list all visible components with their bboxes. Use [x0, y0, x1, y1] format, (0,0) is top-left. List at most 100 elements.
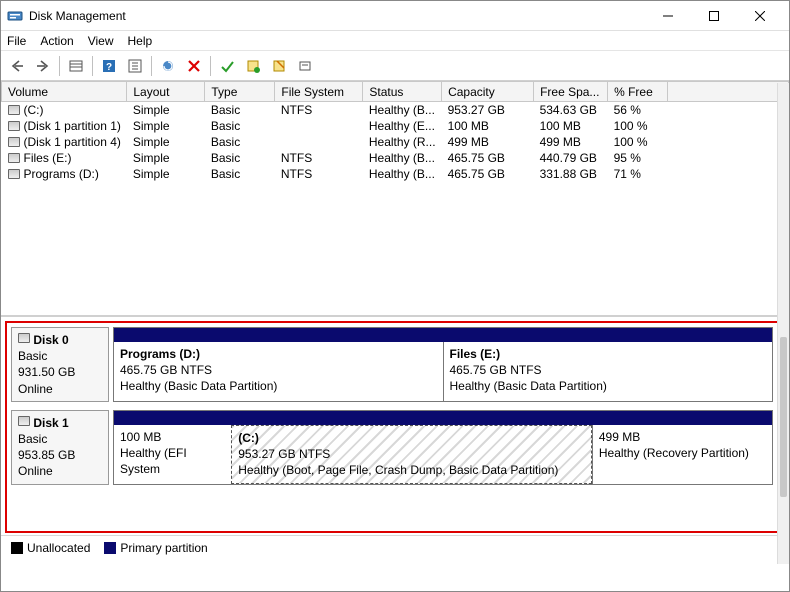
- vol-pct: 71 %: [608, 166, 668, 182]
- vol-fs: [275, 118, 363, 134]
- table-header-row: Volume Layout Type File System Status Ca…: [2, 82, 789, 102]
- drive-icon: [18, 416, 30, 426]
- drive-icon: [8, 137, 20, 147]
- partition[interactable]: Programs (D:)465.75 GB NTFSHealthy (Basi…: [114, 342, 443, 401]
- table-row[interactable]: (Disk 1 partition 1) SimpleBasic Healthy (…: [2, 118, 789, 134]
- partition[interactable]: 499 MBHealthy (Recovery Partition): [592, 425, 772, 484]
- vol-free: 440.79 GB: [534, 150, 608, 166]
- vol-status: Healthy (E...: [363, 118, 442, 134]
- settings-button[interactable]: [293, 54, 317, 78]
- drive-icon: [8, 169, 20, 179]
- vol-capacity: 953.27 GB: [442, 102, 534, 119]
- vol-capacity: 465.75 GB: [442, 150, 534, 166]
- vol-type: Basic: [205, 166, 275, 182]
- vol-name: Programs (D:): [24, 167, 99, 181]
- vol-free: 100 MB: [534, 118, 608, 134]
- format-button[interactable]: [267, 54, 291, 78]
- vol-status: Healthy (B...: [363, 102, 442, 119]
- vol-layout: Simple: [127, 102, 205, 119]
- vol-pct: 100 %: [608, 134, 668, 150]
- col-pctfree[interactable]: % Free: [608, 82, 668, 102]
- table-view-button[interactable]: [64, 54, 88, 78]
- vol-layout: Simple: [127, 118, 205, 134]
- vol-status: Healthy (B...: [363, 166, 442, 182]
- vol-layout: Simple: [127, 166, 205, 182]
- partition[interactable]: 100 MBHealthy (EFI System: [114, 425, 231, 484]
- close-button[interactable]: [737, 1, 783, 30]
- partition[interactable]: (C:)953.27 GB NTFSHealthy (Boot, Page Fi…: [231, 425, 592, 484]
- vol-type: Basic: [205, 134, 275, 150]
- vol-fs: NTFS: [275, 150, 363, 166]
- col-fs[interactable]: File System: [275, 82, 363, 102]
- legend: Unallocated Primary partition: [1, 535, 789, 559]
- partition[interactable]: Files (E:)465.75 GB NTFSHealthy (Basic D…: [443, 342, 773, 401]
- new-partition-button[interactable]: [241, 54, 265, 78]
- apply-button[interactable]: [215, 54, 239, 78]
- vol-type: Basic: [205, 150, 275, 166]
- col-type[interactable]: Type: [205, 82, 275, 102]
- menu-file[interactable]: File: [7, 34, 26, 48]
- vol-fs: NTFS: [275, 102, 363, 119]
- disk-header-bar: [114, 328, 772, 342]
- vol-fs: NTFS: [275, 166, 363, 182]
- table-row[interactable]: Files (E:)SimpleBasicNTFSHealthy (B...46…: [2, 150, 789, 166]
- vol-status: Healthy (R...: [363, 134, 442, 150]
- col-layout[interactable]: Layout: [127, 82, 205, 102]
- disk-header-bar: [114, 411, 772, 425]
- menu-view[interactable]: View: [88, 34, 114, 48]
- volume-table-area: Volume Layout Type File System Status Ca…: [1, 81, 789, 317]
- vol-name: (C:): [24, 103, 44, 117]
- vol-name: (Disk 1 partition 1): [24, 119, 121, 133]
- disk-row: Disk 0Basic931.50 GBOnlinePrograms (D:)4…: [11, 327, 773, 402]
- vol-type: Basic: [205, 102, 275, 119]
- table-row[interactable]: Programs (D:) SimpleBasicNTFSHealthy (B..…: [2, 166, 789, 182]
- col-volume[interactable]: Volume: [2, 82, 127, 102]
- vol-free: 534.63 GB: [534, 102, 608, 119]
- volume-table[interactable]: Volume Layout Type File System Status Ca…: [1, 81, 789, 182]
- svg-text:?: ?: [106, 62, 112, 73]
- vol-capacity: 100 MB: [442, 118, 534, 134]
- back-button[interactable]: [5, 54, 29, 78]
- col-capacity[interactable]: Capacity: [442, 82, 534, 102]
- forward-button[interactable]: [31, 54, 55, 78]
- legend-unallocated: Unallocated: [11, 541, 90, 555]
- disk-label[interactable]: Disk 0Basic931.50 GBOnline: [11, 327, 109, 402]
- drive-icon: [8, 105, 20, 115]
- drive-icon: [8, 153, 20, 163]
- vol-name: (Disk 1 partition 4): [24, 135, 121, 149]
- vol-capacity: 499 MB: [442, 134, 534, 150]
- properties-button[interactable]: [123, 54, 147, 78]
- window-title: Disk Management: [29, 9, 645, 23]
- col-status[interactable]: Status: [363, 82, 442, 102]
- disk-body: Programs (D:)465.75 GB NTFSHealthy (Basi…: [113, 327, 773, 402]
- window-controls: [645, 1, 783, 30]
- vol-free: 499 MB: [534, 134, 608, 150]
- table-row[interactable]: (C:) SimpleBasicNTFSHealthy (B...953.27 G…: [2, 102, 789, 119]
- app-icon: [7, 8, 23, 24]
- vol-pct: 56 %: [608, 102, 668, 119]
- vol-type: Basic: [205, 118, 275, 134]
- menu-bar: File Action View Help: [1, 31, 789, 51]
- disk-graphical-view: Disk 0Basic931.50 GBOnlinePrograms (D:)4…: [5, 321, 779, 533]
- drive-icon: [8, 121, 20, 131]
- drive-icon: [18, 333, 30, 343]
- rescan-button[interactable]: [156, 54, 180, 78]
- vol-name: Files (E:): [24, 151, 72, 165]
- table-row[interactable]: (Disk 1 partition 4) SimpleBasic Healthy (…: [2, 134, 789, 150]
- vol-layout: Simple: [127, 150, 205, 166]
- col-free[interactable]: Free Spa...: [534, 82, 608, 102]
- title-bar: Disk Management: [1, 1, 789, 31]
- delete-button[interactable]: [182, 54, 206, 78]
- vol-layout: Simple: [127, 134, 205, 150]
- vol-pct: 100 %: [608, 118, 668, 134]
- minimize-button[interactable]: [645, 1, 691, 30]
- menu-help[interactable]: Help: [128, 34, 153, 48]
- disk-label[interactable]: Disk 1Basic953.85 GBOnline: [11, 410, 109, 485]
- col-spacer: [668, 82, 789, 102]
- vertical-scrollbar[interactable]: [777, 83, 789, 564]
- vol-fs: [275, 134, 363, 150]
- maximize-button[interactable]: [691, 1, 737, 30]
- menu-action[interactable]: Action: [40, 34, 73, 48]
- help-button[interactable]: ?: [97, 54, 121, 78]
- disk-body: 100 MBHealthy (EFI System(C:)953.27 GB N…: [113, 410, 773, 485]
